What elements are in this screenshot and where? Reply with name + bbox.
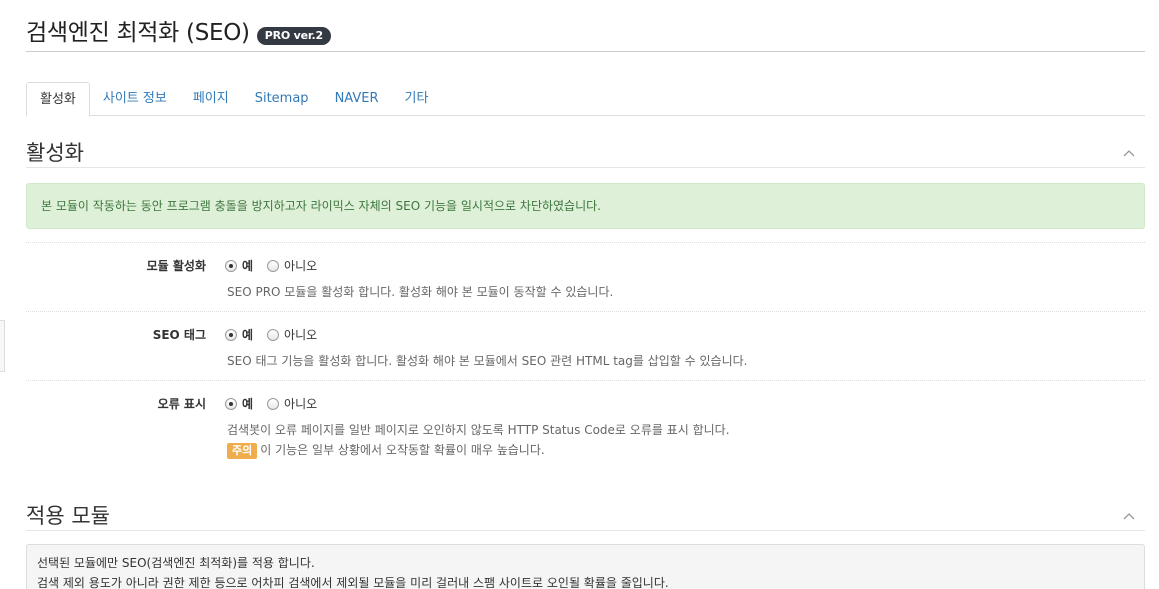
tab-page[interactable]: 페이지: [180, 82, 242, 116]
setting-label: 모듈 활성화: [146, 259, 206, 273]
radio-label: 아니오: [284, 397, 318, 411]
version-badge: PRO ver.2: [256, 27, 331, 45]
radio-label: 예: [242, 259, 254, 273]
radio-label: 예: [242, 328, 254, 342]
setting-help: 검색봇이 오류 페이지를 일반 페이지로 오인하지 않도록 HTTP Statu…: [227, 423, 730, 437]
activation-section-title: 활성화: [26, 140, 84, 165]
modules-section-header: 적용 모듈: [26, 501, 1145, 531]
page-title: 검색엔진 최적화 (SEO): [26, 20, 250, 46]
tab-activation[interactable]: 활성화: [26, 82, 90, 117]
seo-conflict-notice: 본 모듈이 작동하는 동안 프로그램 충돌을 방지하고자 라이믹스 자체의 SE…: [26, 183, 1145, 229]
caution-note: 주의 이 기능은 일부 상황에서 오작동할 확률이 매우 높습니다.: [227, 440, 545, 460]
radio-no[interactable]: 아니오: [267, 258, 317, 274]
radio-checked-icon: [225, 260, 237, 272]
left-edge-panel: [0, 320, 5, 372]
tab-bar: 활성화 사이트 정보 페이지 Sitemap NAVER 기타: [26, 82, 1145, 117]
radio-label: 아니오: [284, 259, 318, 273]
tab-etc[interactable]: 기타: [392, 82, 442, 116]
caution-badge: 주의: [227, 443, 258, 459]
setting-row-error-display: 오류 표시 예 아니오 검색봇이 오류 페이지를 일반 페이지로 오인하지 않도…: [26, 380, 1145, 470]
radio-checked-icon: [225, 329, 237, 341]
tab-site-info[interactable]: 사이트 정보: [90, 82, 180, 116]
radio-group: 예 아니오: [225, 327, 331, 343]
chevron-up-icon[interactable]: [1119, 143, 1139, 163]
radio-label: 아니오: [284, 328, 318, 342]
radio-yes[interactable]: 예: [225, 258, 253, 274]
modules-info-box: 선택된 모듈에만 SEO(검색엔진 최적화)를 적용 합니다. 검색 제외 용도…: [26, 544, 1145, 589]
radio-group: 예 아니오: [225, 258, 331, 274]
page-header: 검색엔진 최적화 (SEO) PRO ver.2: [26, 18, 1145, 52]
setting-row-seo-tag: SEO 태그 예 아니오 SEO 태그 기능을 활성화 합니다. 활성화 해야 …: [26, 311, 1145, 380]
radio-unchecked-icon: [267, 329, 280, 341]
caution-text: 이 기능은 일부 상황에서 오작동할 확률이 매우 높습니다.: [260, 443, 545, 457]
chevron-up-icon[interactable]: [1119, 506, 1139, 526]
tab-sitemap[interactable]: Sitemap: [242, 82, 322, 116]
info-line: 선택된 모듈에만 SEO(검색엔진 최적화)를 적용 합니다.: [37, 556, 315, 570]
setting-help: SEO 태그 기능을 활성화 합니다. 활성화 해야 본 모듈에서 SEO 관련…: [227, 354, 748, 368]
activation-section-header: 활성화: [26, 138, 1145, 168]
radio-no[interactable]: 아니오: [267, 327, 317, 343]
modules-section-title: 적용 모듈: [26, 503, 110, 528]
radio-yes[interactable]: 예: [225, 327, 253, 343]
radio-label: 예: [242, 397, 254, 411]
setting-label: SEO 태그: [152, 328, 206, 342]
radio-group: 예 아니오: [225, 396, 331, 412]
info-line: 검색 제외 용도가 아니라 권한 제한 등으로 어차피 검색에서 제외될 모듈을…: [37, 576, 669, 589]
radio-no[interactable]: 아니오: [267, 396, 317, 412]
radio-checked-icon: [225, 398, 237, 410]
radio-unchecked-icon: [267, 260, 280, 272]
setting-help: SEO PRO 모듈을 활성화 합니다. 활성화 해야 본 모듈이 동작할 수 …: [227, 285, 614, 299]
setting-label: 오류 표시: [157, 397, 206, 411]
tab-naver[interactable]: NAVER: [322, 82, 392, 116]
radio-unchecked-icon: [267, 398, 280, 410]
radio-yes[interactable]: 예: [225, 396, 253, 412]
setting-row-module-activation: 모듈 활성화 예 아니오 SEO PRO 모듈을 활성화 합니다. 활성화 해야…: [26, 242, 1145, 311]
